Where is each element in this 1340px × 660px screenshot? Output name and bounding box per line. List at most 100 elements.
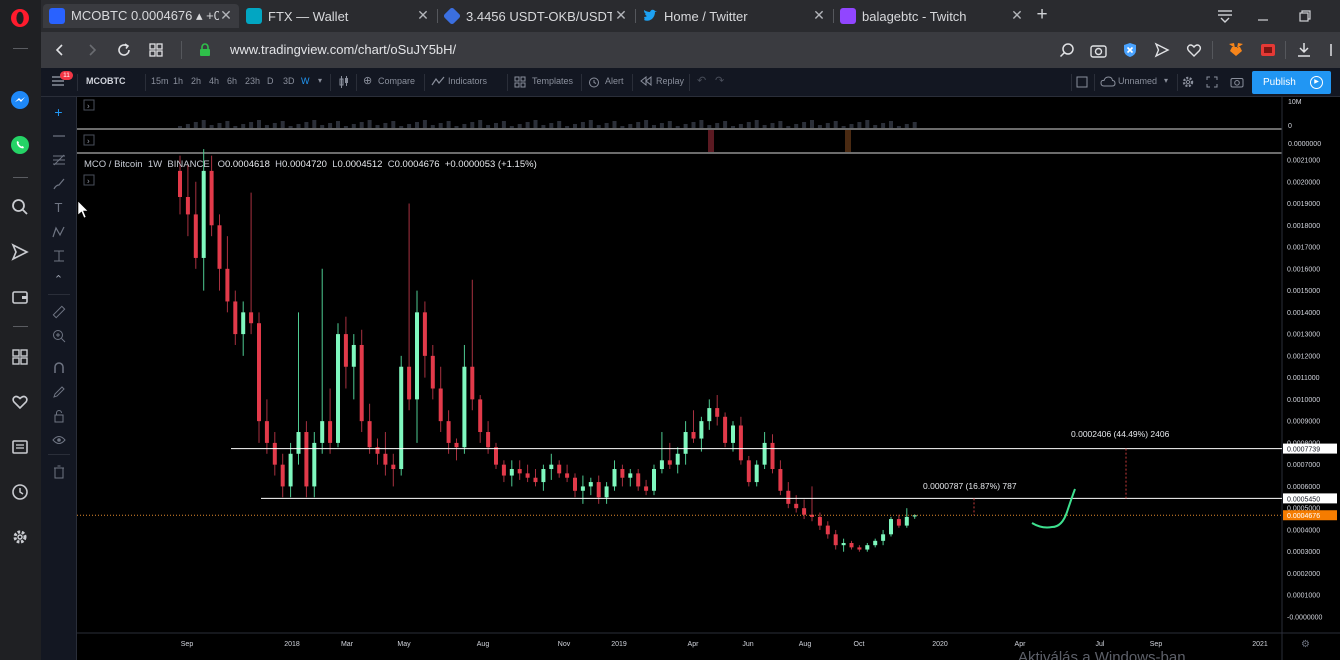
replay-button[interactable]: Replay	[656, 76, 684, 86]
interval-6h[interactable]: 6h	[227, 76, 237, 86]
tab-mcobtc[interactable]: MCOBTC 0.0004676 ▴ +0.7 ✕	[43, 4, 239, 28]
history-icon[interactable]	[9, 481, 31, 503]
price-label: 0.0005450	[1287, 496, 1320, 503]
flow-send-icon[interactable]	[1152, 40, 1172, 60]
back-icon[interactable]	[50, 40, 70, 60]
easy-setup-icon[interactable]	[1324, 40, 1340, 60]
adblock-shield-icon[interactable]	[1120, 40, 1140, 60]
interval-2h[interactable]: 2h	[191, 76, 201, 86]
interval-w[interactable]: W	[301, 76, 310, 86]
symbol-search[interactable]: MCOBTC	[86, 76, 126, 86]
close-window-icon[interactable]	[1336, 6, 1340, 26]
layout-dropdown-icon[interactable]: ▾	[1164, 76, 1168, 85]
candle-body	[636, 473, 641, 487]
ruler-icon[interactable]	[50, 303, 67, 320]
intervals-dropdown-icon[interactable]: ▾	[318, 76, 322, 85]
collapse-chevron-icon[interactable]: ⌃	[50, 271, 67, 288]
reload-icon[interactable]	[114, 40, 134, 60]
time-tick-label: 2020	[932, 641, 948, 648]
url-field[interactable]: www.tradingview.com/chart/oSuJY5bH/	[230, 42, 456, 57]
new-tab-icon[interactable]: +	[1032, 4, 1052, 25]
zoom-in-icon[interactable]	[50, 327, 67, 344]
bookmark-heart-icon[interactable]	[1184, 40, 1204, 60]
price-tick-label: 0.0007000	[1287, 462, 1320, 469]
messenger-icon[interactable]	[9, 89, 31, 111]
alert-button[interactable]: Alert	[605, 76, 624, 86]
restore-icon[interactable]	[1295, 6, 1315, 26]
tab-twitter[interactable]: Home / Twitter ✕	[636, 4, 832, 28]
volume-bar	[762, 125, 767, 128]
send-icon[interactable]	[9, 241, 31, 263]
close-tab-icon[interactable]: ✕	[416, 8, 430, 22]
whatsapp-icon[interactable]	[9, 134, 31, 156]
close-tab-icon[interactable]: ✕	[1010, 8, 1024, 22]
templates-icon[interactable]	[514, 76, 526, 90]
tab-twitch[interactable]: balagebtc - Twitch ✕	[834, 4, 1030, 28]
opera-logo-icon[interactable]	[9, 7, 31, 29]
tabs-grid-icon[interactable]	[146, 40, 166, 60]
take-snapshot-camera-icon[interactable]	[1230, 76, 1244, 90]
cloud-save-icon[interactable]	[1100, 76, 1116, 89]
volume-bar	[249, 122, 254, 128]
forward-icon[interactable]	[82, 40, 102, 60]
prediction-icon[interactable]	[50, 247, 67, 264]
chart-settings-gear-icon[interactable]	[1181, 75, 1195, 91]
close-tab-icon[interactable]: ✕	[219, 8, 233, 22]
news-icon[interactable]	[9, 436, 31, 458]
fib-retracement-icon[interactable]	[50, 151, 67, 168]
alarm-clock-icon[interactable]	[588, 76, 600, 90]
tab-menu-icon[interactable]	[1215, 6, 1235, 26]
tab-okb-usdt[interactable]: 3.4456 USDT-OKB/USDT bi ✕	[438, 4, 634, 28]
stay-drawing-pencil-icon[interactable]	[50, 383, 67, 400]
fullscreen-icon[interactable]	[1206, 76, 1218, 90]
eye-icon[interactable]	[50, 431, 67, 448]
candle-body	[896, 519, 901, 526]
compare-plus-icon[interactable]: ⊕	[363, 74, 372, 87]
replay-rewind-icon[interactable]	[640, 75, 652, 88]
interval-4h[interactable]: 4h	[209, 76, 219, 86]
extension-red-icon[interactable]	[1258, 40, 1278, 60]
templates-button[interactable]: Templates	[532, 76, 573, 86]
trash-icon[interactable]	[50, 463, 67, 480]
price-chart[interactable]: › › › 10M 0 0.0000000 0.0021000 0.0020000 0.0019…	[77, 97, 1340, 660]
speed-dial-icon[interactable]	[9, 346, 31, 368]
snapshot-camera-icon[interactable]	[1088, 40, 1108, 60]
layout-name[interactable]: Unnamed	[1118, 76, 1157, 86]
magnet-icon[interactable]	[50, 359, 67, 376]
tab-ftx-wallet[interactable]: FTX — Wallet ✕	[240, 4, 436, 28]
lock-icon[interactable]	[195, 40, 215, 60]
interval-15m[interactable]: 15m	[151, 76, 169, 86]
interval-d[interactable]: D	[267, 76, 274, 86]
lock-drawings-icon[interactable]	[50, 407, 67, 424]
redo-icon[interactable]: ↷	[715, 74, 724, 87]
undo-icon[interactable]: ↶	[697, 74, 706, 87]
download-icon[interactable]	[1294, 40, 1314, 60]
publish-button[interactable]: Publish ▶	[1252, 71, 1331, 94]
indicators-button[interactable]: Indicators	[448, 76, 487, 86]
indicators-icon[interactable]	[431, 76, 445, 89]
metamask-fox-icon[interactable]	[1226, 40, 1246, 60]
zoom-search-icon[interactable]	[1057, 40, 1077, 60]
text-tool-icon[interactable]: T	[50, 199, 67, 216]
crosshair-icon[interactable]: +	[50, 103, 67, 120]
heart-icon[interactable]	[9, 391, 31, 413]
price-tick-label: 0.0002000	[1287, 571, 1320, 578]
close-tab-icon[interactable]: ✕	[812, 8, 826, 22]
interval-1h[interactable]: 1h	[173, 76, 183, 86]
interval-23h[interactable]: 23h	[245, 76, 260, 86]
interval-3d[interactable]: 3D	[283, 76, 295, 86]
search-icon[interactable]	[9, 196, 31, 218]
minimize-icon[interactable]	[1253, 6, 1273, 26]
bar-style-candles-icon[interactable]	[338, 75, 350, 91]
volume-bar	[328, 123, 333, 128]
settings-gear-icon[interactable]	[9, 526, 31, 548]
trend-line-icon[interactable]	[50, 127, 67, 144]
wallet-icon[interactable]	[9, 286, 31, 308]
legend-interval: 1W	[147, 159, 163, 170]
compare-button[interactable]: Compare	[378, 76, 415, 86]
close-tab-icon[interactable]: ✕	[614, 8, 628, 22]
time-tick-label: Sep	[1150, 641, 1163, 648]
multi-layout-icon[interactable]	[1076, 76, 1088, 90]
brush-icon[interactable]	[50, 175, 67, 192]
pattern-icon[interactable]	[50, 223, 67, 240]
